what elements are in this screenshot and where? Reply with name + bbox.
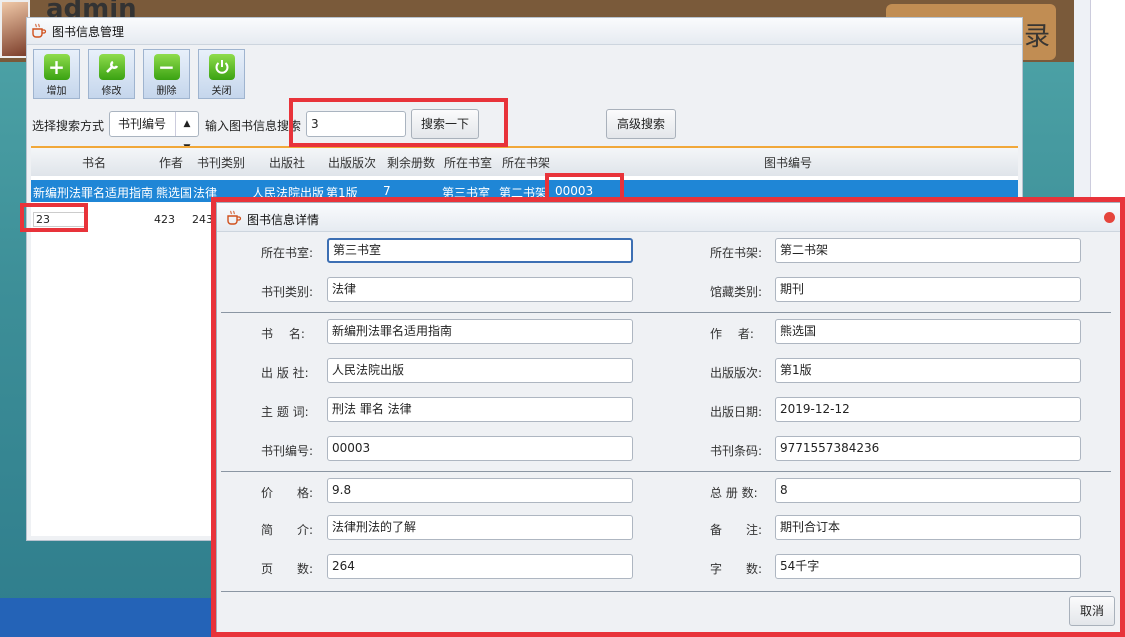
edit-button[interactable]: 修改 [88,49,135,99]
col-publisher[interactable]: 出版社 [269,154,305,171]
highlight-detail-dialog [211,197,1125,637]
window-title: 图书信息管理 [52,25,125,39]
wrench-icon [98,54,125,80]
search-mode-value: 书刊编号 [118,117,167,131]
cell-author: 熊选国 [156,186,193,200]
col-book-no[interactable]: 图书编号 [764,154,812,171]
highlight-row-cell [20,203,88,232]
edit-label: 修改 [101,86,122,97]
cell-category: 243 [192,213,213,226]
delete-label: 删除 [156,86,177,97]
cell-remaining: 7 [383,184,391,198]
window-titlebar: 图书信息管理 [27,18,1022,45]
search-input-label: 输入图书信息搜索 [205,119,302,133]
add-button[interactable]: + 增加 [33,49,80,99]
power-icon [208,54,235,80]
col-shelf[interactable]: 所在书架 [502,154,550,171]
minus-icon: − [153,54,180,80]
col-book-name[interactable]: 书名 [82,154,106,171]
login-char: 录 [1023,22,1050,52]
col-category[interactable]: 书刊类别 [197,154,245,171]
cell-author: 423 [154,213,175,226]
stepper-arrows-icon: ▲▼ [175,112,198,153]
table-header: 书名 作者 书刊类别 出版社 出版版次 剩余册数 所在书室 所在书架 图书编号 [31,146,1018,176]
coffee-cup-icon [32,23,47,38]
highlight-search-box [289,98,508,147]
add-label: 增加 [46,86,67,97]
delete-button[interactable]: − 删除 [143,49,190,99]
col-author[interactable]: 作者 [159,154,183,171]
search-mode-label: 选择搜索方式 [32,119,105,133]
cell-book-name: 新编刑法罪名适用指南 [33,186,154,200]
close-button[interactable]: 关闭 [198,49,245,99]
col-room[interactable]: 所在书室 [444,154,492,171]
search-mode-select[interactable]: 书刊编号 ▲▼ [109,111,199,153]
advanced-search-button[interactable]: 高级搜索 [606,109,676,139]
col-remaining[interactable]: 剩余册数 [387,154,435,171]
col-edition[interactable]: 出版版次 [328,154,376,171]
plus-icon: + [43,54,70,80]
close-label: 关闭 [211,86,232,97]
